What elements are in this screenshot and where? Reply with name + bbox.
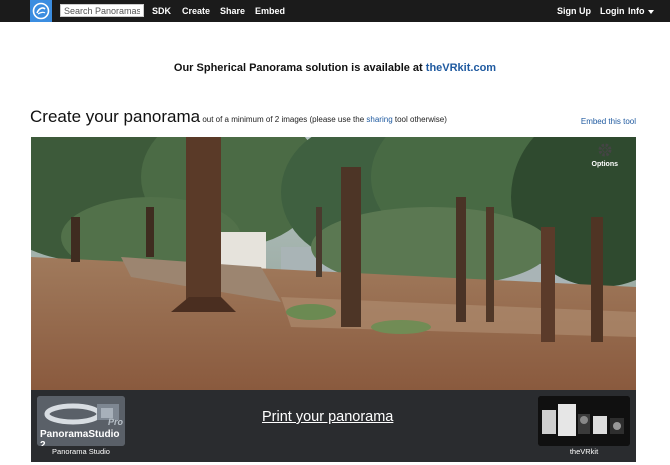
site-logo[interactable] [30,0,52,22]
nav-share[interactable]: Share [220,0,245,22]
panorama-studio-logo[interactable]: PanoramaStudio 2 Pro [37,396,125,446]
panorama-studio-caption: Panorama Studio [52,447,110,456]
thevrkit-caption: theVRkit [569,447,599,456]
sharing-link[interactable]: sharing [366,115,392,124]
ps-logo-pro: Pro [108,417,124,427]
search-input[interactable] [60,4,144,17]
nav-info-label: Info [628,6,645,16]
footer-bar: PanoramaStudio 2 Pro Panorama Studio Prin… [31,390,636,462]
promo-text: Our Spherical Panorama solution is avail… [173,62,426,74]
panorama-studio-logo-text: PanoramaStudio 2 Pro [40,417,125,446]
nav-login[interactable]: Login [600,0,625,22]
nav-info-menu[interactable]: Info [628,0,654,22]
promo-banner: Our Spherical Panorama solution is avail… [0,62,670,74]
chevron-down-icon [647,9,654,14]
create-heading: Create your panorama out of a minimum of… [30,107,447,127]
options-label: Options [591,161,618,168]
nav-sdk[interactable]: SDK [152,0,171,22]
promo-link[interactable]: theVRkit.com [426,62,496,74]
create-subtitle: out of a minimum of 2 images (please use… [200,115,447,124]
vr-kit-icon [538,396,630,446]
page-title: Create your panorama [30,107,201,126]
top-nav-bar: SDK Create Share Embed Sign Up Login Inf… [0,0,670,22]
gear-icon [598,143,612,157]
options-button[interactable]: Options [592,141,618,168]
panorama-viewer[interactable]: Options [31,137,636,390]
embed-tool-link[interactable]: Embed this tool [581,117,636,126]
subtitle-text-1: out of a minimum of 2 images (please use… [200,115,367,124]
nav-embed[interactable]: Embed [255,0,285,22]
nav-sign-up[interactable]: Sign Up [557,0,591,22]
thevrkit-image[interactable] [538,396,630,446]
logo-icon [32,2,50,20]
panorama-image[interactable] [31,137,636,390]
nav-create[interactable]: Create [182,0,210,22]
subtitle-text-2: tool otherwise) [392,115,447,124]
ps-logo-name: PanoramaStudio 2 [40,429,120,446]
print-panorama-link[interactable]: Print your panorama [262,409,393,425]
